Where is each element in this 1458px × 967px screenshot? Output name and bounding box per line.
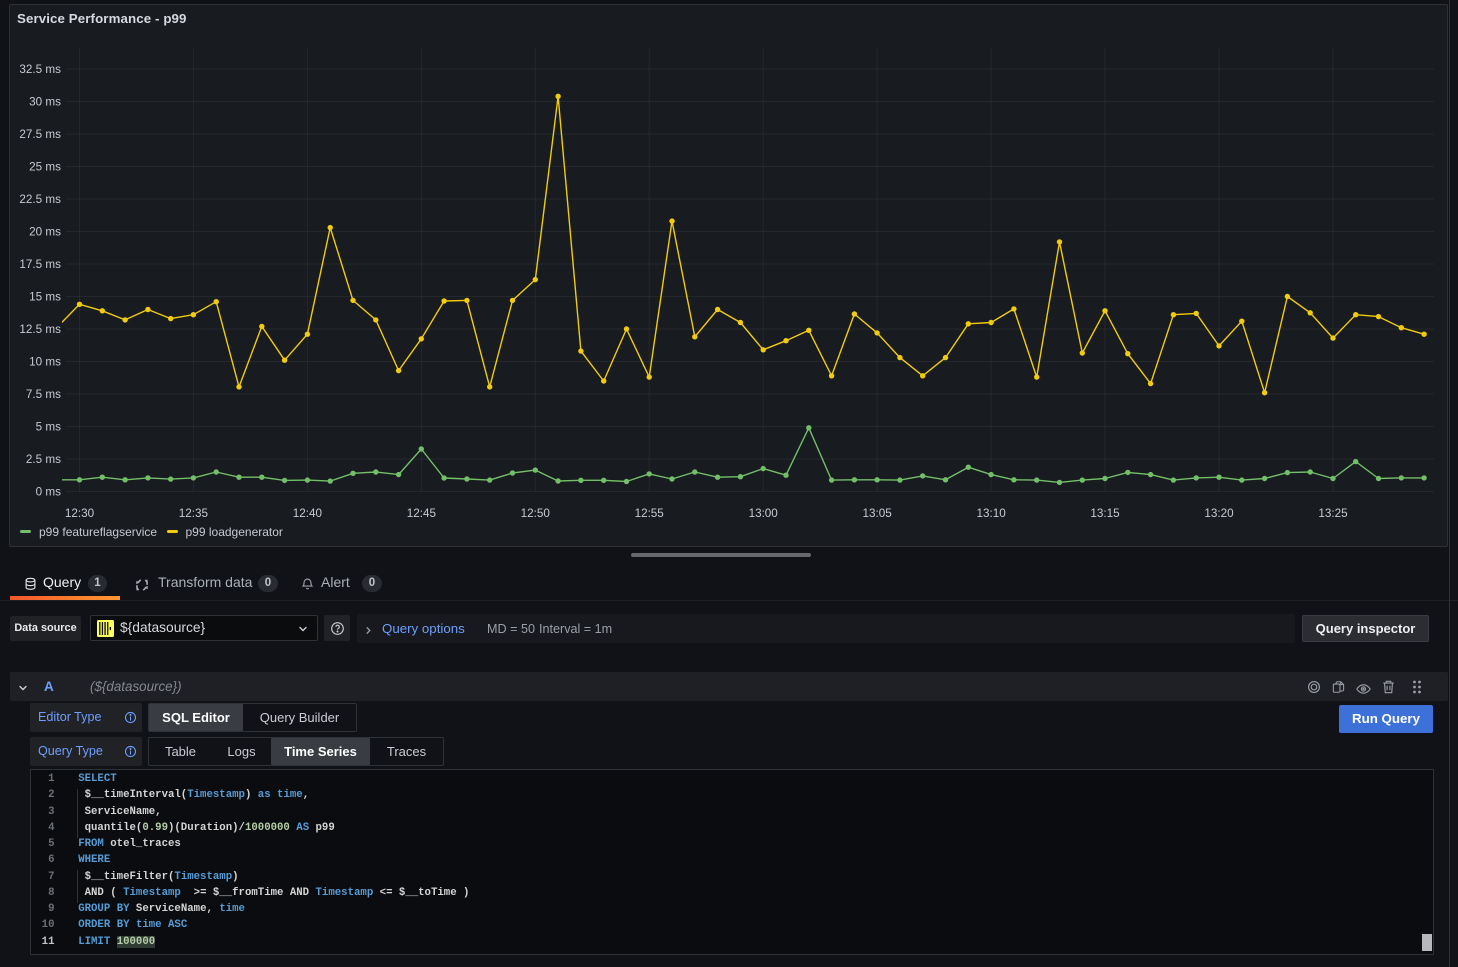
- svg-text:30 ms: 30 ms: [29, 96, 61, 109]
- svg-text:5 ms: 5 ms: [36, 421, 61, 434]
- svg-text:27.5 ms: 27.5 ms: [19, 128, 61, 141]
- svg-text:13:10: 13:10: [976, 507, 1006, 520]
- svg-text:12:55: 12:55: [635, 507, 665, 520]
- svg-text:17.5 ms: 17.5 ms: [19, 258, 61, 271]
- svg-text:12:30: 12:30: [65, 507, 95, 520]
- svg-text:25 ms: 25 ms: [29, 161, 61, 174]
- svg-text:13:20: 13:20: [1204, 507, 1234, 520]
- svg-text:12:40: 12:40: [293, 507, 323, 520]
- svg-text:12.5 ms: 12.5 ms: [19, 323, 61, 336]
- svg-text:2.5 ms: 2.5 ms: [26, 453, 61, 466]
- svg-text:32.5 ms: 32.5 ms: [19, 63, 61, 76]
- svg-text:7.5 ms: 7.5 ms: [26, 388, 61, 401]
- svg-text:0 ms: 0 ms: [36, 486, 61, 499]
- svg-text:13:05: 13:05: [862, 507, 892, 520]
- svg-text:13:00: 13:00: [749, 507, 779, 520]
- svg-text:15 ms: 15 ms: [29, 291, 61, 304]
- svg-text:13:25: 13:25: [1318, 507, 1348, 520]
- svg-text:20 ms: 20 ms: [29, 226, 61, 239]
- svg-text:12:35: 12:35: [179, 507, 209, 520]
- svg-text:13:15: 13:15: [1090, 507, 1120, 520]
- svg-text:10 ms: 10 ms: [29, 356, 61, 369]
- svg-text:12:45: 12:45: [407, 507, 437, 520]
- svg-text:12:50: 12:50: [521, 507, 551, 520]
- svg-text:22.5 ms: 22.5 ms: [19, 193, 61, 206]
